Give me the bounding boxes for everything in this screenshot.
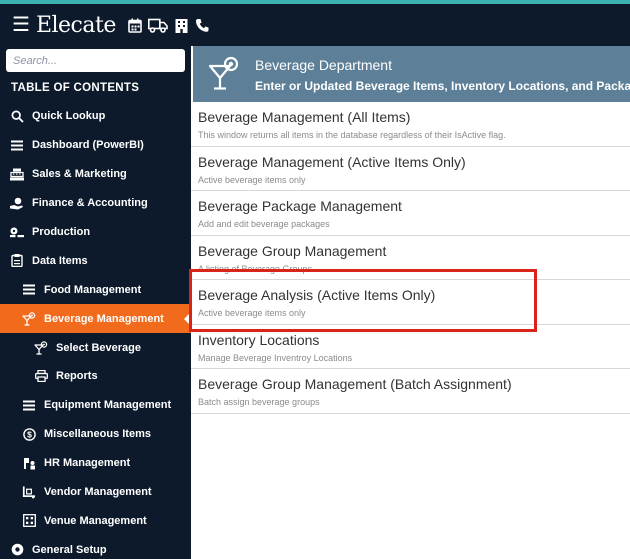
top-icon-group — [128, 18, 209, 33]
sidebar-item-dashboard-powerbi[interactable]: Dashboard (PowerBI) — [0, 131, 191, 160]
building-icon[interactable] — [174, 18, 189, 33]
department-title: Beverage Department — [255, 57, 392, 73]
sidebar-item-label: Finance & Accounting — [32, 197, 148, 210]
sidebar-item-sales-and-marketing[interactable]: Sales & Marketing — [0, 160, 191, 189]
list-item[interactable]: Beverage Group Management (Batch Assignm… — [191, 369, 630, 414]
list-icon — [22, 283, 36, 297]
sidebar-item-equipment-management[interactable]: Equipment Management — [0, 391, 191, 420]
cocktail-icon — [34, 340, 48, 355]
list-item-description: A listing of Beverage Groups — [198, 263, 313, 274]
sidebar-item-vendor-management[interactable]: Vendor Management — [0, 478, 191, 507]
sidebar-item-reports[interactable]: Reports — [0, 362, 191, 391]
sidebar-item-label: Venue Management — [44, 514, 147, 527]
toc-title: TABLE OF CONTENTS — [11, 82, 140, 94]
sidebar-item-label: Equipment Management — [44, 399, 172, 412]
list-item[interactable]: Beverage Management (Active Items Only) A… — [191, 147, 630, 191]
list-item-description: Active beverage items only — [198, 174, 306, 185]
list-item-title[interactable]: Beverage Package Management — [198, 198, 630, 214]
list-item-description: This window returns all items in the dat… — [198, 130, 506, 140]
department-text: Beverage Department Enter or Updated Bev… — [255, 46, 630, 94]
sidebar-item-label: Vendor Management — [44, 486, 152, 499]
menu-icon[interactable]: ☰ — [12, 15, 30, 35]
sidebar-nav: Quick Lookup Dashboard (PowerBI) Sales & M… — [0, 102, 191, 559]
production-icon — [10, 225, 24, 239]
dollar-circle-icon: $ — [22, 427, 36, 441]
sidebar-item-label: Quick Lookup — [32, 110, 106, 123]
sidebar-item-hr-management[interactable]: HR Management — [0, 449, 191, 478]
list-item-title[interactable]: Beverage Management (All Items) — [198, 109, 630, 125]
sidebar-item-production[interactable]: Production — [0, 218, 191, 247]
sidebar-item-label: General Setup — [32, 543, 107, 556]
cash-register-icon — [10, 167, 24, 181]
truck-loading-icon — [22, 485, 36, 499]
top-bar: ☰ Elecate — [0, 4, 630, 46]
sidebar-item-general-setup[interactable]: General Setup — [0, 535, 191, 559]
list-item[interactable]: Beverage Management (All Items) This wind… — [191, 102, 630, 147]
sidebar-item-food-management[interactable]: Food Management — [0, 275, 191, 304]
venue-icon — [22, 514, 36, 528]
list-item-description: Active beverage items only — [198, 308, 306, 318]
sidebar-item-label: Reports — [56, 370, 98, 383]
sidebar-item-label: Food Management — [44, 283, 142, 296]
brand-logo[interactable]: Elecate — [36, 13, 116, 38]
truck-icon[interactable] — [147, 18, 168, 33]
sidebar-item-venue-management[interactable]: Venue Management — [0, 506, 191, 535]
list-item[interactable]: Inventory Locations Manage Beverage Inven… — [191, 325, 630, 369]
sidebar-item-finance-and-accounting[interactable]: Finance & Accounting — [0, 189, 191, 218]
search-input[interactable] — [6, 49, 185, 72]
list-icon — [22, 398, 36, 412]
list-item-title[interactable]: Inventory Locations — [198, 332, 630, 348]
list-item[interactable]: Beverage Package Management Add and edit … — [191, 191, 630, 236]
department-header: Beverage Department Enter or Updated Bev… — [193, 46, 630, 102]
sidebar-item-data-items[interactable]: Data Items — [0, 246, 191, 275]
hr-icon — [22, 456, 36, 470]
sidebar-item-label: Select Beverage — [56, 341, 141, 354]
list-item[interactable]: Beverage Group Management A listing of Be… — [191, 236, 630, 280]
list-icon — [10, 138, 24, 152]
calendar-icon[interactable] — [128, 18, 142, 33]
list-item-description: Batch assign beverage groups — [198, 397, 320, 407]
svg-text:$: $ — [27, 429, 32, 439]
sidebar-item-label: Miscellaneous Items — [44, 428, 151, 441]
sidebar-item-label: Sales & Marketing — [32, 168, 127, 181]
search-icon — [10, 109, 24, 123]
list-item-title[interactable]: Beverage Management (Active Items Only) — [198, 154, 630, 170]
sidebar-item-label: Data Items — [32, 254, 88, 267]
department-subtitle: Enter or Updated Beverage Items, Invento… — [255, 79, 630, 93]
list-item-title[interactable]: Beverage Group Management — [198, 243, 630, 259]
sidebar-item-label: Dashboard (PowerBI) — [32, 139, 144, 152]
sidebar: TABLE OF CONTENTS Quick Lookup Dashboard … — [0, 46, 191, 559]
list-item-description: Manage Beverage Inventroy Locations — [198, 352, 353, 363]
clipboard-icon — [10, 254, 24, 268]
item-list: Beverage Management (All Items) This wind… — [191, 102, 630, 414]
phone-icon[interactable] — [195, 18, 209, 33]
list-item[interactable]: Beverage Analysis (Active Items Only) Act… — [191, 280, 630, 325]
sidebar-item-label: Beverage Management — [44, 312, 164, 325]
sidebar-item-select-beverage[interactable]: Select Beverage — [0, 333, 191, 362]
search-wrap — [0, 46, 191, 72]
cocktail-icon — [193, 46, 255, 102]
sidebar-item-label: HR Management — [44, 457, 131, 470]
list-item-title[interactable]: Beverage Group Management (Batch Assignm… — [198, 376, 630, 392]
cocktail-icon — [22, 311, 36, 326]
printer-icon — [34, 369, 48, 383]
list-item-description: Add and edit beverage packages — [198, 219, 330, 229]
sidebar-item-miscellaneous-items[interactable]: $ Miscellaneous Items — [0, 420, 191, 449]
sidebar-item-beverage-management[interactable]: Beverage Management — [0, 304, 191, 334]
settings-circle-icon — [10, 543, 24, 557]
sidebar-item-quick-lookup[interactable]: Quick Lookup — [0, 102, 191, 131]
list-item-title[interactable]: Beverage Analysis (Active Items Only) — [198, 287, 630, 303]
main-content: Beverage Department Enter or Updated Bev… — [191, 46, 630, 559]
money-hand-icon — [10, 196, 24, 210]
sidebar-item-label: Production — [32, 226, 91, 238]
